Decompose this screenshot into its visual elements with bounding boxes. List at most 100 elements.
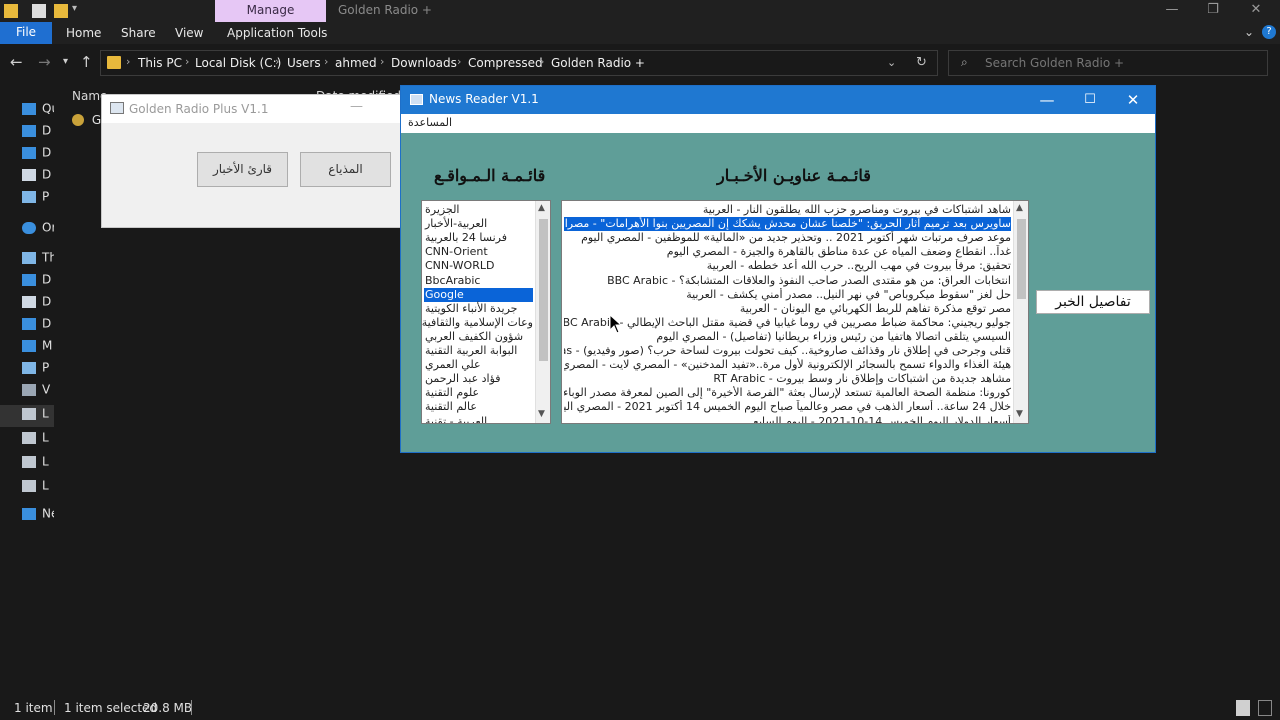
- folder-small-icon[interactable]: [4, 4, 18, 18]
- sites-scrollbar[interactable]: ▲ ▼: [535, 201, 550, 423]
- site-list-item[interactable]: البوابة العربية التقنية: [424, 344, 533, 358]
- nav-item-drive-4[interactable]: L: [22, 478, 54, 498]
- search-input[interactable]: [985, 55, 1255, 71]
- breadcrumb-users[interactable]: Users: [287, 56, 321, 70]
- sites-list[interactable]: الجزيرة العربية-الأخبار فرنسا 24 بالعربية C…: [421, 200, 551, 424]
- breadcrumb-ahmed[interactable]: ahmed: [335, 56, 377, 70]
- headline-list-item[interactable]: موعد صرف مرتبات شهر أكتوبر 2021 .. وتحذي…: [564, 231, 1011, 245]
- headline-list-item[interactable]: مشاهد جديدة من اشتباكات وإطلاق نار وسط ب…: [564, 372, 1011, 386]
- scroll-up-icon[interactable]: ▲: [1016, 203, 1023, 213]
- close-icon[interactable]: ✕: [1113, 89, 1153, 111]
- minimize-icon[interactable]: —: [350, 99, 363, 114]
- scroll-up-icon[interactable]: ▲: [538, 203, 545, 213]
- scroll-down-icon[interactable]: ▼: [1016, 409, 1023, 419]
- headline-list-item[interactable]: شاهد اشتباكات في بيروت ومناصرو حزب الله …: [564, 203, 1011, 217]
- file-row[interactable]: G: [72, 112, 102, 132]
- large-icons-view-icon[interactable]: [1258, 700, 1272, 716]
- restore-icon[interactable]: ❐: [1190, 0, 1236, 22]
- nav-item-videos[interactable]: V: [22, 382, 54, 402]
- scroll-down-icon[interactable]: ▼: [538, 409, 545, 419]
- nav-item-quick-access[interactable]: Qu: [22, 101, 54, 121]
- headline-list-item[interactable]: تحقيق: مرفأ بيروت في مهب الريح.. حرب الل…: [564, 259, 1011, 273]
- nav-item-pc-documents[interactable]: D: [22, 294, 54, 314]
- site-list-item[interactable]: عالم التقنية: [424, 400, 533, 414]
- radio-button[interactable]: المذياع: [300, 152, 391, 187]
- site-list-item[interactable]: جريدة الأنباء الكويتية: [424, 302, 533, 316]
- headline-list-item[interactable]: خلال 24 ساعة.. أسعار الذهب في مصر وعالمي…: [564, 400, 1011, 414]
- up-icon[interactable]: ↑: [80, 53, 93, 71]
- site-list-item[interactable]: العربية-الأخبار: [424, 217, 533, 231]
- site-list-item[interactable]: الجزيرة: [424, 203, 533, 217]
- nav-item-3d-objects[interactable]: D: [22, 272, 54, 292]
- headline-list-item[interactable]: مصر توقع مذكرة تفاهم للربط الكهربائي مع …: [564, 302, 1011, 316]
- golden-radio-title-bar[interactable]: Golden Radio Plus V1.1 —: [102, 95, 400, 123]
- manage-tab[interactable]: Manage: [215, 0, 326, 22]
- search-box[interactable]: ⌕: [948, 50, 1268, 76]
- headline-list-item[interactable]: انتخابات العراق: من هو مقتدى الصدر صاحب …: [564, 274, 1011, 288]
- forward-icon[interactable]: →: [38, 53, 51, 71]
- chevron-right-icon[interactable]: ›: [540, 55, 544, 68]
- back-icon[interactable]: ←: [10, 53, 23, 71]
- refresh-icon[interactable]: ↻: [916, 55, 927, 70]
- expand-ribbon-icon[interactable]: ⌄: [1244, 25, 1254, 39]
- breadcrumb-local-disk[interactable]: Local Disk (C:): [195, 56, 281, 70]
- chevron-down-icon[interactable]: ⌄: [887, 56, 896, 69]
- nav-item-desktop[interactable]: D: [22, 123, 54, 143]
- chevron-right-icon[interactable]: ›: [275, 55, 279, 68]
- nav-item-documents[interactable]: D: [22, 167, 54, 187]
- headline-list-item[interactable]: غداً.. انقطاع وضعف المياه عن عدة مناطق ب…: [564, 245, 1011, 259]
- site-list-item[interactable]: فرنسا 24 بالعربية: [424, 231, 533, 245]
- headline-list-item[interactable]: أسعار الدولار اليوم الخميس 14-10-2021 - …: [564, 415, 1011, 424]
- breadcrumb-compressed[interactable]: Compressed: [468, 56, 543, 70]
- news-details-button[interactable]: تفاصيل الخبر: [1036, 290, 1150, 314]
- site-list-item[interactable]: علوم التقنية: [424, 386, 533, 400]
- ribbon-tab-share[interactable]: Share: [121, 26, 156, 40]
- site-list-item[interactable]: CNN-WORLD: [424, 259, 533, 273]
- chevron-right-icon[interactable]: ›: [324, 55, 328, 68]
- headline-list-item[interactable]: قتلى وجرحى في إطلاق نار وقذائف صاروخية..…: [564, 344, 1011, 358]
- chevron-right-icon[interactable]: ›: [185, 55, 189, 68]
- ribbon-tab-file[interactable]: File: [0, 22, 52, 44]
- nav-item-drive-2[interactable]: L: [22, 430, 54, 450]
- ribbon-tab-home[interactable]: Home: [66, 26, 101, 40]
- nav-item-pictures[interactable]: P: [22, 189, 54, 209]
- site-list-item[interactable]: وعات الإسلامية والثقافية: [422, 316, 533, 330]
- menu-help[interactable]: المساعدة: [408, 116, 452, 129]
- breadcrumb-downloads[interactable]: Downloads: [391, 56, 457, 70]
- nav-item-network[interactable]: Ne: [22, 506, 54, 526]
- help-icon[interactable]: ?: [1262, 25, 1276, 39]
- headline-list-item[interactable]: حل لغز "سقوط ميكروباص" في نهر النيل.. مص…: [564, 288, 1011, 302]
- nav-item-onedrive[interactable]: On: [22, 220, 54, 240]
- headline-list-item[interactable]: كورونا: منظمة الصحة العالمية تستعد لإرسا…: [564, 386, 1011, 400]
- details-view-icon[interactable]: [1236, 700, 1250, 716]
- site-list-item[interactable]: علي العمري: [424, 358, 533, 372]
- ribbon-tab-view[interactable]: View: [175, 26, 203, 40]
- chevron-right-icon[interactable]: ›: [380, 55, 384, 68]
- close-icon[interactable]: ✕: [1233, 0, 1279, 22]
- scroll-thumb[interactable]: [539, 219, 548, 361]
- site-list-item[interactable]: فؤاد عبد الرحمن: [424, 372, 533, 386]
- site-list-item[interactable]: العربية - تقنية: [424, 415, 533, 424]
- headline-list-item[interactable]: هيئة الغذاء والدواء تسمح بالسجائر الإلكت…: [564, 358, 1011, 372]
- breadcrumb-this-pc[interactable]: This PC: [138, 56, 182, 70]
- nav-item-downloads[interactable]: D: [22, 145, 54, 165]
- headline-list-item[interactable]: السيسي يتلقى اتصالا هاتفيا من رئيس وزراء…: [564, 330, 1011, 344]
- site-list-item[interactable]: CNN-Orient: [424, 245, 533, 259]
- recent-locations-icon[interactable]: ▾: [63, 56, 68, 67]
- breadcrumb-golden-radio[interactable]: Golden Radio +: [551, 56, 645, 70]
- new-folder-icon[interactable]: [54, 4, 68, 18]
- maximize-icon[interactable]: ☐: [1070, 89, 1110, 111]
- minimize-icon[interactable]: —: [1027, 89, 1067, 111]
- address-bar[interactable]: › This PC › Local Disk (C:) › Users › ah…: [100, 50, 938, 76]
- nav-item-pc-pictures[interactable]: P: [22, 360, 54, 380]
- nav-item-music[interactable]: M: [22, 338, 54, 358]
- minimize-icon[interactable]: —: [1149, 0, 1195, 22]
- scroll-thumb[interactable]: [1017, 219, 1026, 299]
- news-reader-title-bar[interactable]: News Reader V1.1 — ☐ ✕: [401, 86, 1155, 114]
- headline-list-item[interactable]: ساويرس بعد ترميم آثار الحريق: "خلصنا عشا…: [564, 217, 1011, 232]
- nav-item-local-disk[interactable]: L: [22, 406, 54, 426]
- customize-qa-icon[interactable]: ▾: [72, 3, 77, 14]
- site-list-item[interactable]: شؤون الكفيف العربي: [424, 330, 533, 344]
- chevron-right-icon[interactable]: ›: [126, 55, 130, 68]
- headlines-list[interactable]: شاهد اشتباكات في بيروت ومناصرو حزب الله …: [561, 200, 1029, 424]
